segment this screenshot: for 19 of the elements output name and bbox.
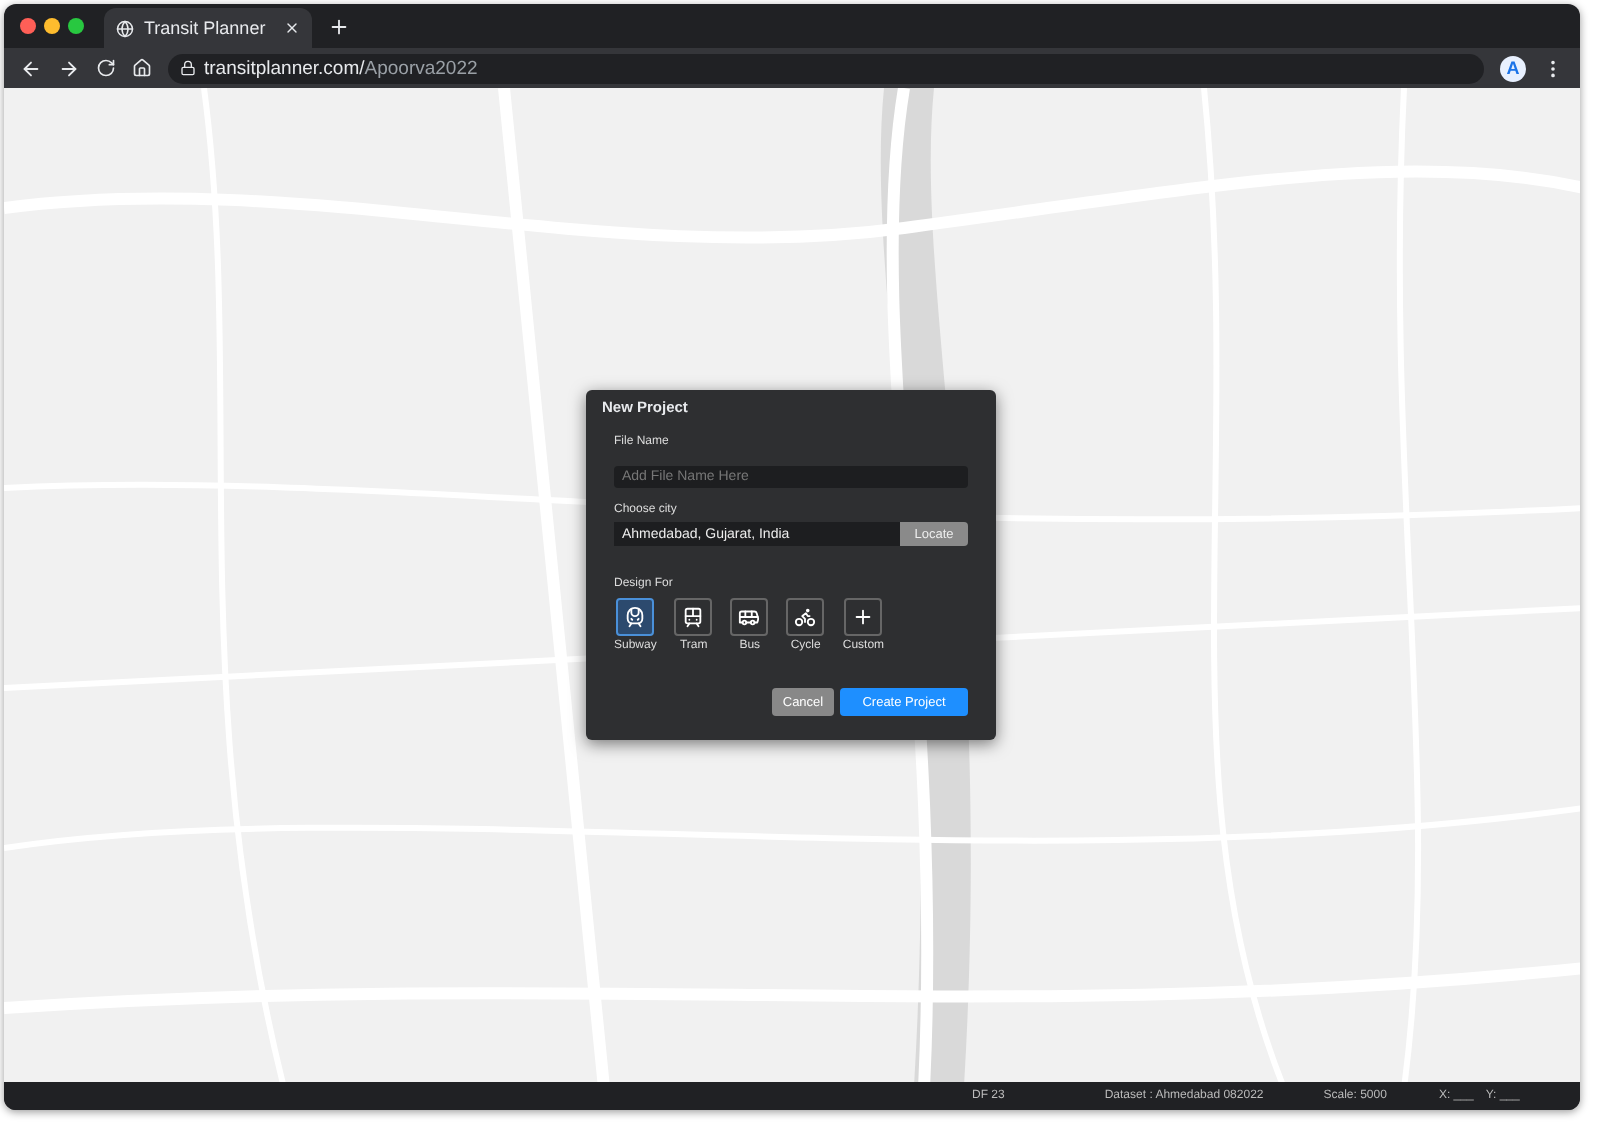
back-icon[interactable] — [20, 57, 42, 79]
browser-tab[interactable]: Transit Planner — [104, 8, 312, 48]
lock-icon — [180, 60, 196, 76]
close-window-control[interactable] — [20, 18, 36, 34]
profile-avatar[interactable]: A — [1500, 55, 1526, 81]
bicycle-icon — [794, 606, 817, 628]
train-icon — [624, 606, 647, 628]
forward-icon[interactable] — [58, 57, 80, 79]
tram-icon — [682, 606, 705, 628]
minimize-window-control[interactable] — [44, 18, 60, 34]
bus-icon — [738, 606, 761, 628]
reload-icon[interactable] — [96, 58, 116, 78]
plus-icon — [852, 606, 875, 628]
address-bar[interactable]: transitplanner.com/Apoorva2022 — [168, 53, 1484, 83]
close-icon[interactable] — [284, 20, 300, 36]
maximize-window-control[interactable] — [68, 18, 84, 34]
new-tab-icon[interactable] — [328, 15, 350, 37]
home-icon[interactable] — [132, 58, 152, 78]
globe-icon — [116, 19, 134, 37]
